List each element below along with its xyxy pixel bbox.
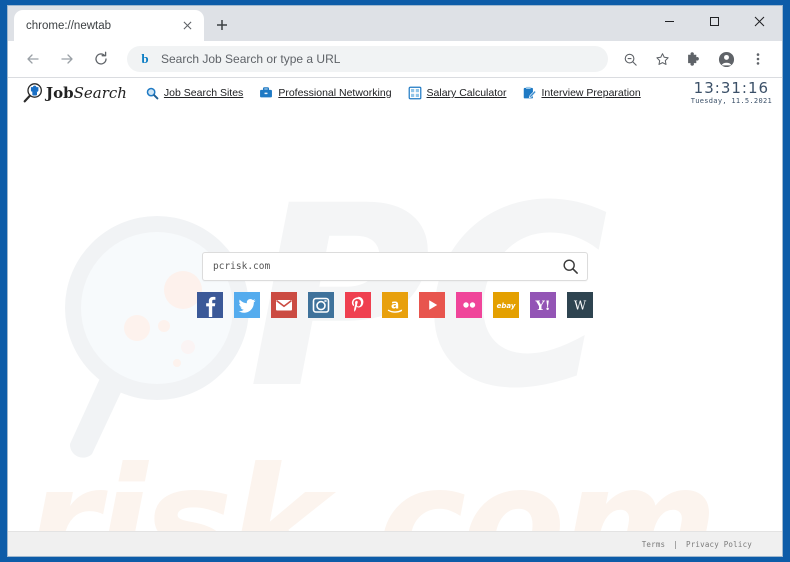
tile-youtube[interactable] — [419, 292, 445, 318]
maximize-icon[interactable] — [692, 6, 737, 36]
svg-text:a: a — [391, 298, 399, 312]
back-arrow-icon[interactable] — [19, 45, 47, 73]
tile-flickr[interactable] — [456, 292, 482, 318]
nav-link-label: Job Search Sites — [163, 87, 244, 99]
close-window-icon[interactable] — [737, 6, 782, 36]
magnifier-person-logo — [23, 83, 42, 103]
star-icon[interactable] — [648, 45, 676, 73]
clipboard-pencil-icon — [524, 86, 537, 99]
clock-time: 13:31:16 — [693, 79, 770, 98]
search-magnifier-icon — [562, 259, 578, 274]
nav-link-professional-networking[interactable]: Professional Networking — [259, 86, 392, 100]
toolbar-right-icons — [614, 45, 774, 73]
brand-logo-link[interactable]: JobSearch — [22, 83, 127, 103]
zoom-out-icon[interactable] — [616, 45, 644, 73]
tile-twitter[interactable] — [234, 292, 260, 318]
search-submit-button[interactable] — [553, 253, 587, 280]
footer-privacy-link[interactable]: Privacy Policy — [686, 540, 752, 549]
bing-b-icon: b — [141, 51, 149, 66]
puzzle-piece-icon[interactable] — [680, 45, 708, 73]
footer-separator: | — [673, 539, 678, 549]
nav-link-job-search-sites[interactable]: Job Search Sites — [145, 86, 243, 100]
magnifier-watermark — [65, 216, 249, 458]
briefcase-icon — [260, 87, 273, 98]
window-controls — [647, 6, 782, 36]
svg-text:W: W — [574, 299, 587, 313]
address-bar-text: Search Job Search or type a URL — [161, 52, 341, 66]
nav-link-label: Salary Calculator — [426, 87, 507, 99]
search-area: a ebay Y! W — [8, 252, 782, 318]
tile-instagram[interactable] — [308, 292, 334, 318]
grid-calculator-icon — [408, 86, 421, 100]
tile-wikipedia[interactable]: W — [567, 292, 593, 318]
minimize-icon[interactable] — [647, 6, 692, 36]
nav-link-label: Interview Preparation — [541, 87, 641, 99]
brand-name: JobSearch — [46, 84, 127, 102]
tab-strip: chrome://newtab — [8, 6, 782, 41]
reload-icon[interactable] — [87, 45, 115, 73]
nav-link-label: Professional Networking — [278, 87, 392, 99]
close-icon[interactable] — [179, 18, 195, 34]
page-content: PC risk.com JobSearch Job Search Sites — [8, 78, 782, 556]
address-bar[interactable]: b Search Job Search or type a URL — [127, 46, 608, 72]
search-input[interactable] — [203, 253, 553, 280]
brand-name-italic: Search — [73, 84, 127, 102]
clock-date: Tuesday, 11.5.2021 — [690, 96, 772, 105]
account-avatar-icon[interactable] — [712, 45, 740, 73]
tile-email[interactable] — [271, 292, 297, 318]
tile-facebook[interactable] — [197, 292, 223, 318]
clock-widget: 13:31:16 Tuesday, 11.5.2021 — [690, 79, 772, 105]
svg-text:ebay: ebay — [497, 302, 516, 310]
tile-pinterest[interactable] — [345, 292, 371, 318]
search-box[interactable] — [202, 252, 588, 281]
browser-toolbar: b Search Job Search or type a URL — [8, 41, 782, 78]
shortcut-tiles: a ebay Y! W — [197, 292, 593, 318]
forward-arrow-icon[interactable] — [53, 45, 81, 73]
three-dot-menu-icon[interactable] — [744, 45, 772, 73]
tab-title: chrome://newtab — [26, 19, 112, 32]
site-header: JobSearch Job Search Sites Professional … — [8, 78, 782, 108]
nav-link-salary-calculator[interactable]: Salary Calculator — [408, 86, 507, 100]
browser-window: chrome://newtab b Search Job Search or t… — [7, 5, 783, 557]
tile-ebay[interactable]: ebay — [493, 292, 519, 318]
tile-amazon[interactable]: a — [382, 292, 408, 318]
footer-terms-link[interactable]: Terms — [642, 540, 666, 549]
svg-text:Y!: Y! — [535, 299, 551, 314]
brand-name-bold: Job — [46, 84, 74, 102]
site-footer: Terms | Privacy Policy — [8, 531, 782, 556]
tile-yahoo[interactable]: Y! — [530, 292, 556, 318]
magnifier-icon — [146, 87, 159, 100]
browser-tab[interactable]: chrome://newtab — [14, 10, 204, 41]
new-tab-button[interactable] — [208, 11, 236, 39]
nav-link-interview-preparation[interactable]: Interview Preparation — [522, 86, 641, 100]
